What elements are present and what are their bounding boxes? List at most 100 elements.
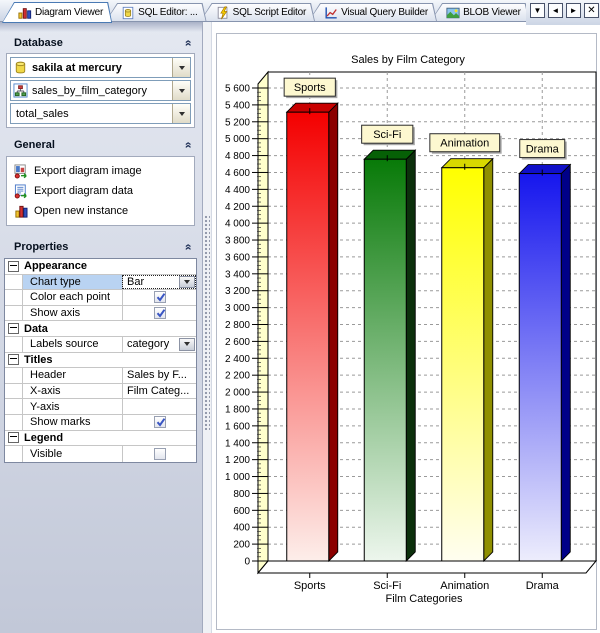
sidebar-splitter[interactable] xyxy=(202,22,212,633)
tab-label: BLOB Viewer xyxy=(463,7,521,18)
properties-panel-header: Properties » xyxy=(6,241,195,253)
new-instance-icon xyxy=(14,204,29,219)
close-tab-button[interactable]: ✕ xyxy=(584,3,599,18)
tab-sql-script-editor[interactable]: SQL Script Editor xyxy=(200,3,315,22)
y-axis-tick-label: 1 600 xyxy=(225,421,250,432)
y-axis-tick-label: 4 800 xyxy=(225,151,250,162)
scroll-left-button[interactable]: ◄ xyxy=(548,3,563,18)
combo-total-sales[interactable]: total_sales xyxy=(10,103,191,124)
database-panel-body: sakila at mercury sales_by_film_categoryt… xyxy=(6,53,195,128)
property-value-cell[interactable]: category xyxy=(122,337,196,352)
property-row-labels-source[interactable]: Labels sourcecategory xyxy=(5,337,196,353)
action-export-diagram-data[interactable]: Export diagram data xyxy=(9,181,192,201)
sidebar: Database » sakila at mercury sales_by_fil… xyxy=(0,22,202,633)
query-builder-icon xyxy=(324,6,338,20)
tab-bar: Diagram ViewerSQL Editor: ...SQL Script … xyxy=(0,0,600,22)
y-axis-tick-label: 2 600 xyxy=(225,337,250,348)
action-open-new-instance[interactable]: Open new instance xyxy=(9,201,192,221)
y-axis-tick-label: 4 000 xyxy=(225,219,250,230)
view-icon xyxy=(11,83,29,98)
property-value-cell[interactable] xyxy=(122,399,196,414)
dropdown-button[interactable] xyxy=(172,104,190,123)
y-axis-tick-label: 5 000 xyxy=(225,134,250,145)
property-row-show-marks[interactable]: Show marks xyxy=(5,415,196,431)
combo-sakila-at-mercury[interactable]: sakila at mercury xyxy=(10,57,191,78)
checkbox-checked[interactable] xyxy=(154,307,166,319)
database-icon xyxy=(11,60,29,75)
y-axis-tick-label: 1 200 xyxy=(225,455,250,466)
collapse-minus-icon[interactable] xyxy=(8,323,19,334)
property-label: Color each point xyxy=(23,290,122,305)
dropdown-arrow-icon xyxy=(179,89,185,93)
property-row-chart-type[interactable]: Chart typeBar xyxy=(5,275,196,291)
property-label: Show axis xyxy=(23,306,122,321)
property-row-x-axis[interactable]: X-axisFilm Categ... xyxy=(5,384,196,400)
property-value-cell[interactable] xyxy=(122,415,196,430)
collapse-minus-icon[interactable] xyxy=(8,261,19,272)
dropdown-button[interactable] xyxy=(179,276,195,289)
indent-cell xyxy=(5,415,23,430)
property-row-header[interactable]: HeaderSales by F... xyxy=(5,368,196,384)
dropdown-arrow-icon xyxy=(179,112,185,116)
tab-diagram-viewer[interactable]: Diagram Viewer xyxy=(2,2,112,23)
tab-label: Visual Query Builder xyxy=(341,7,428,18)
property-value-cell[interactable] xyxy=(122,306,196,321)
action-export-diagram-image[interactable]: Export diagram image xyxy=(9,161,192,181)
collapse-chevron-icon[interactable]: » xyxy=(183,40,193,47)
chart-pane: Sales by Film Category02004006008001 000… xyxy=(212,22,600,633)
property-label: Y-axis xyxy=(23,399,122,414)
checkbox-checked[interactable] xyxy=(154,291,166,303)
dropdown-button[interactable] xyxy=(172,81,190,100)
tab-label: Diagram Viewer xyxy=(35,7,103,18)
dropdown-button[interactable] xyxy=(172,58,190,77)
collapse-minus-icon[interactable] xyxy=(8,432,19,443)
property-row-visible[interactable]: Visible xyxy=(5,446,196,462)
collapse-chevron-icon[interactable]: » xyxy=(183,142,193,149)
y-axis-tick-label: 3 000 xyxy=(225,303,250,314)
scroll-right-button[interactable]: ► xyxy=(566,3,581,18)
y-axis-tick-label: 4 200 xyxy=(225,202,250,213)
tab-blob-viewer[interactable]: BLOB Viewer xyxy=(430,3,530,22)
property-value-cell[interactable] xyxy=(122,446,196,462)
tab-list-button[interactable]: ▼ xyxy=(530,3,545,18)
indent-cell xyxy=(5,446,23,462)
property-row-color-each-point[interactable]: Color each point xyxy=(5,290,196,306)
indent-cell xyxy=(5,399,23,414)
indent-cell xyxy=(5,275,23,290)
tab-visual-query-builder[interactable]: Visual Query Builder xyxy=(308,3,437,22)
y-axis-tick-label: 0 xyxy=(244,557,250,568)
group-label: Titles xyxy=(24,354,53,366)
y-axis-tick-label: 3 800 xyxy=(225,236,250,247)
database-panel-header: Database » xyxy=(6,37,195,49)
y-axis-tick-label: 2 800 xyxy=(225,320,250,331)
property-label: Header xyxy=(23,368,122,383)
indent-cell xyxy=(5,368,23,383)
combo-value: sakila at mercury xyxy=(29,62,172,74)
y-axis-tick-label: 3 600 xyxy=(225,252,250,263)
property-group-data[interactable]: Data xyxy=(5,321,196,337)
property-value-cell[interactable]: Bar xyxy=(122,275,196,290)
checkbox-unchecked[interactable] xyxy=(154,448,166,460)
collapse-minus-icon[interactable] xyxy=(8,354,19,365)
dropdown-button[interactable] xyxy=(179,338,195,351)
property-row-show-axis[interactable]: Show axis xyxy=(5,306,196,322)
collapse-chevron-icon[interactable]: » xyxy=(183,244,193,251)
checkbox-checked[interactable] xyxy=(154,416,166,428)
property-value-cell[interactable] xyxy=(122,290,196,305)
y-axis-tick-label: 4 400 xyxy=(225,185,250,196)
property-group-legend[interactable]: Legend xyxy=(5,431,196,447)
property-group-appearance[interactable]: Appearance xyxy=(5,259,196,275)
property-label: X-axis xyxy=(23,384,122,399)
property-value-cell[interactable]: Sales by F... xyxy=(122,368,196,383)
property-row-y-axis[interactable]: Y-axis xyxy=(5,399,196,415)
category-label: Animation xyxy=(440,580,489,592)
combo-sales-by-film-category[interactable]: sales_by_film_category xyxy=(10,80,191,101)
y-axis-tick-label: 2 200 xyxy=(225,371,250,382)
y-axis-tick-label: 2 000 xyxy=(225,388,250,399)
y-axis-tick-label: 3 400 xyxy=(225,269,250,280)
category-label: Drama xyxy=(526,580,560,592)
property-group-titles[interactable]: Titles xyxy=(5,353,196,369)
tab-sql-editor[interactable]: SQL Editor: ... xyxy=(105,3,206,22)
y-axis-tick-label: 5 400 xyxy=(225,100,250,111)
property-value-cell[interactable]: Film Categ... xyxy=(122,384,196,399)
